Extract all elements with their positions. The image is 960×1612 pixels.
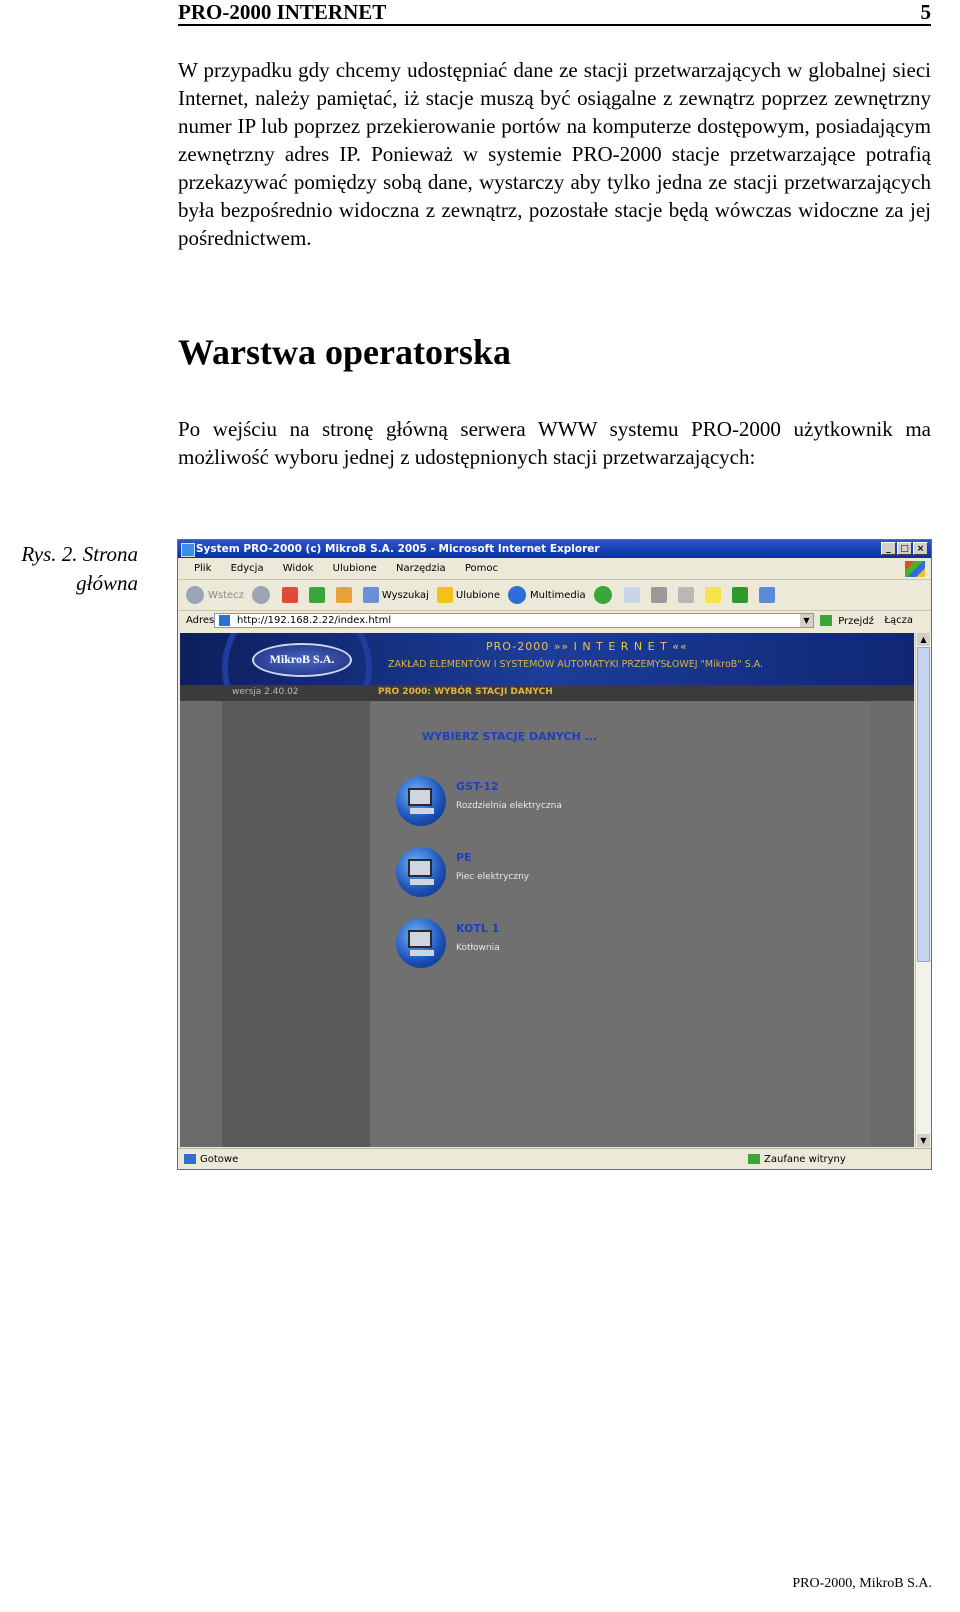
intro-paragraph: W przypadku gdy chcemy udostępniać dane …	[178, 58, 931, 250]
breadcrumb: PRO 2000: WYBÓR STACJI DANYCH	[378, 687, 553, 697]
scroll-thumb[interactable]	[917, 647, 930, 962]
left-panel	[222, 701, 370, 1147]
scroll-down-icon[interactable]: ▼	[917, 1134, 930, 1147]
links-button[interactable]: Łącza	[884, 615, 913, 626]
ie-icon	[181, 543, 195, 557]
mail-button[interactable]	[623, 587, 643, 603]
note-icon	[704, 587, 721, 603]
computer-icon[interactable]	[396, 847, 446, 897]
station-description: Kotłownia	[456, 943, 500, 953]
forward-arrow-icon	[251, 586, 270, 604]
web-page-content: MikroB S.A. PRO-2000 »» I N T E R N E T …	[180, 633, 914, 1147]
banner-title: PRO-2000 »» I N T E R N E T ««	[486, 640, 688, 653]
home-button[interactable]	[335, 587, 355, 603]
history-icon	[593, 586, 612, 604]
operator-paragraph: Po wejściu na stronę główną serwera WWW …	[178, 417, 931, 469]
station-item-kotl1[interactable]: KOTL 1 Kotłownia	[396, 918, 696, 970]
star-icon	[436, 587, 453, 603]
browser-screenshot: System PRO-2000 (c) MikroB S.A. 2005 - M…	[177, 539, 932, 1170]
maximize-button[interactable]: □	[897, 542, 912, 555]
people-icon	[758, 587, 775, 603]
version-row: wersja 2.40.02 PRO 2000: WYBÓR STACJI DA…	[180, 685, 914, 701]
edit-button[interactable]	[677, 587, 697, 603]
window-titlebar: System PRO-2000 (c) MikroB S.A. 2005 - M…	[178, 540, 931, 558]
company-logo[interactable]: MikroB S.A.	[252, 643, 352, 677]
address-value: http://192.168.2.22/index.html	[237, 615, 392, 626]
page-status-icon	[184, 1154, 196, 1164]
edit-icon	[677, 587, 694, 603]
page-icon	[219, 615, 230, 626]
station-name[interactable]: PE	[456, 851, 472, 864]
media-icon	[508, 586, 527, 604]
banner-subtitle: ZAKŁAD ELEMENTÓW I SYSTEMÓW AUTOMATYKI P…	[388, 659, 764, 670]
favorites-button[interactable]: Ulubione	[436, 587, 500, 603]
select-station-heading: WYBIERZ STACJĘ DANYCH ...	[422, 730, 598, 743]
version-label: wersja 2.40.02	[232, 687, 299, 697]
computer-icon[interactable]	[396, 918, 446, 968]
page-footer: PRO-2000, MikroB S.A.	[792, 1576, 932, 1591]
header-title: PRO-2000 INTERNET	[178, 0, 387, 24]
caption-line-2: główna	[76, 571, 138, 595]
security-zone: Zaufane witryny	[764, 1154, 846, 1165]
address-dropdown-icon[interactable]: ▼	[800, 614, 813, 627]
scroll-up-icon[interactable]: ▲	[917, 633, 930, 646]
mail-icon	[623, 587, 640, 603]
menu-help[interactable]: Pomoc	[465, 563, 498, 574]
back-arrow-icon	[186, 586, 204, 604]
address-input[interactable]: http://192.168.2.22/index.html	[214, 613, 814, 628]
go-arrow-icon	[820, 615, 832, 626]
computer-icon[interactable]	[396, 776, 446, 826]
page-number: 5	[920, 0, 932, 24]
station-item-gst12[interactable]: GST-12 Rozdzielnia elektryczna	[396, 776, 696, 828]
status-text: Gotowe	[200, 1154, 239, 1165]
menu-file[interactable]: Plik	[194, 563, 211, 574]
menu-bar: Plik Edycja Widok Ulubione Narzędzia Pom…	[178, 559, 931, 580]
page-header: PRO-2000 INTERNET 5	[178, 0, 931, 26]
go-button[interactable]: Przejdź	[820, 615, 874, 627]
figure-caption: Rys. 2. Strona główna	[0, 540, 138, 598]
section-heading: Warstwa operatorska	[178, 332, 511, 372]
station-name[interactable]: KOTL 1	[456, 922, 499, 935]
menu-favorites[interactable]: Ulubione	[333, 563, 377, 574]
caption-line-1: Rys. 2. Strona	[21, 542, 138, 566]
close-button[interactable]: ×	[913, 542, 928, 555]
back-button[interactable]: Wstecz	[186, 586, 244, 604]
media-button[interactable]: Multimedia	[508, 586, 586, 604]
menu-edit[interactable]: Edycja	[231, 563, 264, 574]
refresh-button[interactable]	[308, 587, 328, 603]
window-title: System PRO-2000 (c) MikroB S.A. 2005 - M…	[196, 543, 600, 555]
status-bar: Gotowe Zaufane witryny	[178, 1148, 931, 1169]
station-description: Piec elektryczny	[456, 872, 530, 882]
station-name[interactable]: GST-12	[456, 780, 499, 793]
search-button[interactable]: Wyszukaj	[362, 587, 429, 603]
history-button[interactable]	[593, 586, 616, 604]
station-description: Rozdzielnia elektryczna	[456, 801, 562, 811]
menu-tools[interactable]: Narzędzia	[396, 563, 446, 574]
toolbar: Wstecz Wyszukaj Ulubione Multimedia	[178, 580, 931, 611]
messenger-button[interactable]	[731, 587, 751, 603]
print-button[interactable]	[650, 587, 670, 603]
windows-logo-icon	[905, 561, 925, 577]
forward-button[interactable]	[251, 586, 274, 604]
trusted-zone-icon	[748, 1154, 760, 1164]
stop-icon	[281, 587, 298, 603]
menu-view[interactable]: Widok	[283, 563, 314, 574]
home-icon	[335, 587, 352, 603]
stop-button[interactable]	[281, 587, 301, 603]
refresh-icon	[308, 587, 325, 603]
people-button[interactable]	[758, 587, 778, 603]
vertical-scrollbar[interactable]: ▲ ▼	[915, 633, 931, 1147]
note-button[interactable]	[704, 587, 724, 603]
messenger-icon	[731, 587, 748, 603]
minimize-button[interactable]: _	[881, 542, 896, 555]
search-icon	[362, 587, 379, 603]
site-banner: MikroB S.A. PRO-2000 »» I N T E R N E T …	[180, 633, 914, 743]
address-label: Adres	[186, 615, 215, 626]
print-icon	[650, 587, 667, 603]
address-bar: Adres http://192.168.2.22/index.html ▼ P…	[178, 611, 931, 631]
station-item-pe[interactable]: PE Piec elektryczny	[396, 847, 696, 899]
